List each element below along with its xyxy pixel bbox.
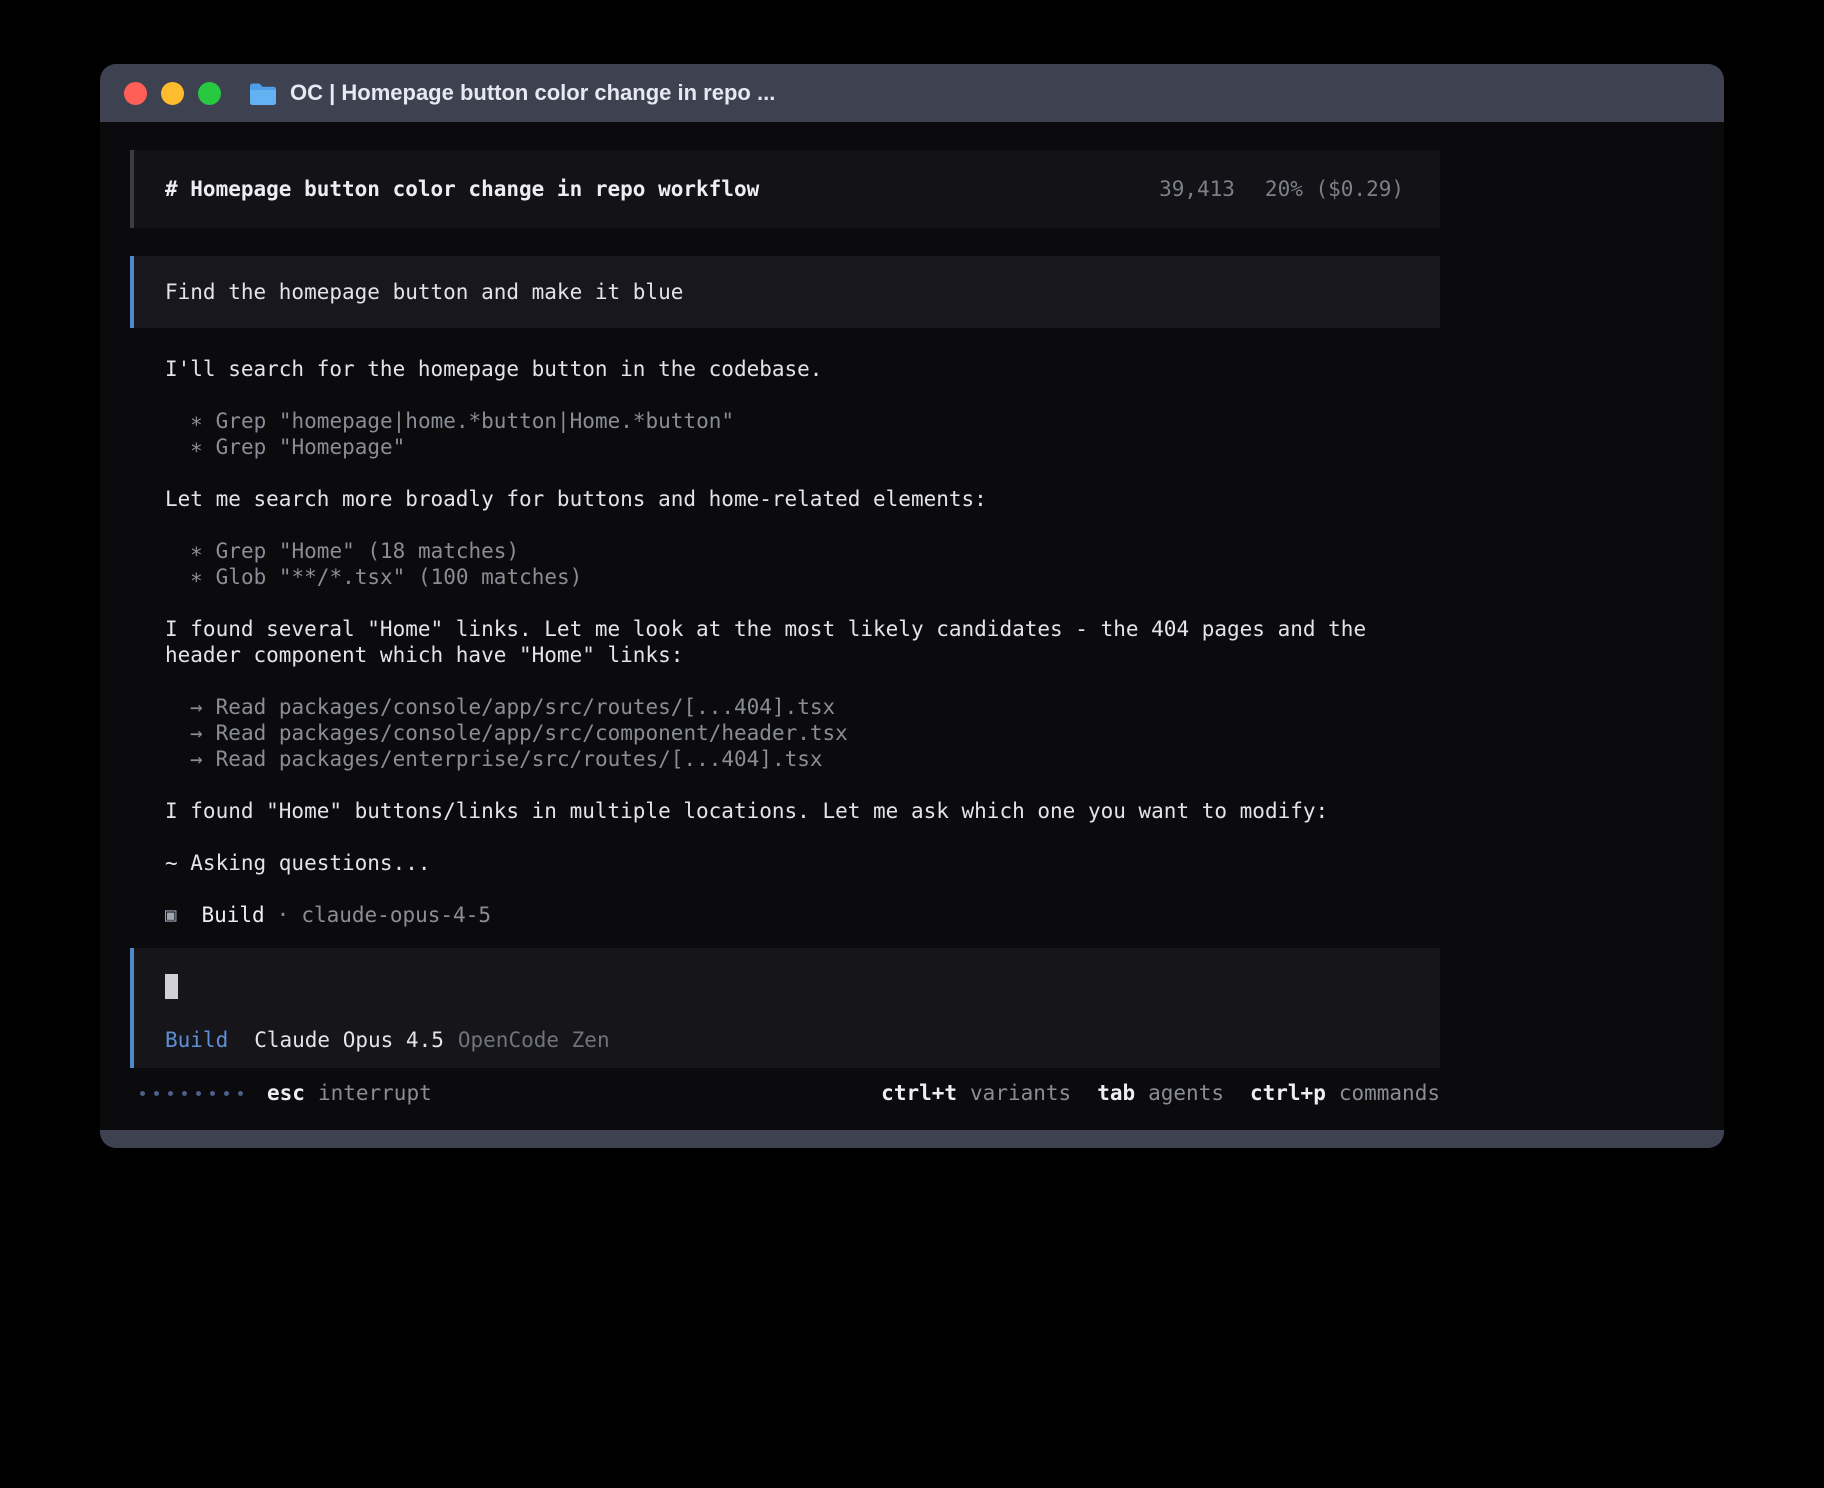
tool-call-read: →Read packages/console/app/src/component… [130,720,1370,746]
assistant-text: I found several "Home" links. Let me loo… [130,616,1370,668]
text-cursor [165,974,178,999]
read-arrow-icon: → [190,694,203,720]
ctrl-p-key: ctrl+p [1250,1080,1326,1106]
status-bar: esc interrupt ctrl+t variants tab agents… [130,1080,1440,1106]
tool-call-grep: ∗Grep "Homepage" [130,434,1370,460]
tool-asterisk-icon: ∗ [190,538,203,564]
token-count: 39,413 [1159,177,1235,201]
spinner-dots-icon [140,1091,243,1096]
tool-call-read: →Read packages/console/app/src/routes/[.… [130,694,1370,720]
terminal-content[interactable]: # Homepage button color change in repo w… [100,122,1724,1130]
model-name: Claude Opus 4.5 [254,1027,444,1053]
input-mode-row: Build Claude Opus 4.5 OpenCode Zen [165,1027,1409,1053]
status-line: ~ Asking questions... [130,850,1370,876]
user-message: Find the homepage button and make it blu… [130,256,1440,328]
traffic-lights [124,82,221,105]
user-message-text: Find the homepage button and make it blu… [165,280,683,304]
agent-square-icon: ▣ [165,902,176,928]
agent-badge: ▣ Build · claude-opus-4-5 [130,902,1440,928]
esc-key: esc [267,1080,305,1106]
tab-key: tab [1097,1080,1135,1106]
assistant-text: I'll search for the homepage button in t… [130,356,1370,382]
agents-hint: tab agents [1097,1080,1224,1106]
agent-name: Build [201,902,264,928]
variants-hint: ctrl+t variants [881,1080,1071,1106]
read-arrow-icon: → [190,720,203,746]
session-title: # Homepage button color change in repo w… [165,177,759,201]
tool-call-read: →Read packages/enterprise/src/routes/[..… [130,746,1370,772]
tool-call-grep: ∗Grep "Home" (18 matches) [130,538,1370,564]
mode-indicator[interactable]: Build [165,1027,228,1053]
context-usage: 20% ($0.29) [1265,177,1404,201]
ctrl-t-key: ctrl+t [881,1080,957,1106]
read-arrow-icon: → [190,746,203,772]
tool-asterisk-icon: ∗ [190,434,203,460]
assistant-text: Let me search more broadly for buttons a… [130,486,1370,512]
assistant-text: I found "Home" buttons/links in multiple… [130,798,1370,824]
prompt-input[interactable]: Build Claude Opus 4.5 OpenCode Zen [130,948,1440,1068]
window-title: OC | Homepage button color change in rep… [290,80,775,106]
tool-asterisk-icon: ∗ [190,408,203,434]
provider-name: OpenCode Zen [458,1027,610,1053]
minimize-button[interactable] [161,82,184,105]
assistant-transcript: I'll search for the homepage button in t… [130,356,1440,928]
zoom-button[interactable] [198,82,221,105]
agent-separator: · [277,902,290,928]
terminal-window: OC | Homepage button color change in rep… [100,64,1724,1148]
close-button[interactable] [124,82,147,105]
titlebar: OC | Homepage button color change in rep… [100,64,1724,122]
tool-call-grep: ∗Grep "homepage|home.*button|Home.*butto… [130,408,1370,434]
agent-model: claude-opus-4-5 [301,902,491,928]
session-header: # Homepage button color change in repo w… [130,150,1440,228]
tool-asterisk-icon: ∗ [190,564,203,590]
folder-icon [249,82,277,105]
tool-call-glob: ∗Glob "**/*.tsx" (100 matches) [130,564,1370,590]
interrupt-hint: esc interrupt [267,1080,432,1106]
commands-hint: ctrl+p commands [1250,1080,1440,1106]
